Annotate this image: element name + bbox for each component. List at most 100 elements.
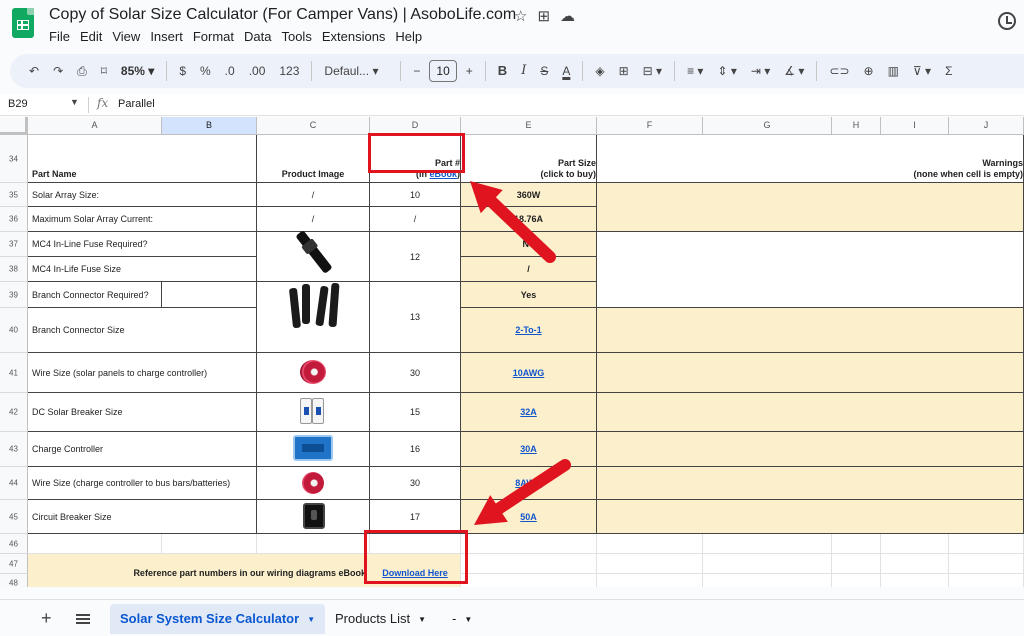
name-box[interactable]: B29 xyxy=(8,98,28,110)
empty-cell[interactable] xyxy=(881,534,949,554)
insert-chart-icon[interactable]: ▥ xyxy=(881,59,906,83)
part-name-cell[interactable]: Solar Array Size: xyxy=(28,183,257,207)
download-here-link[interactable]: Download Here xyxy=(370,554,461,587)
part-number-cell[interactable]: 17 xyxy=(370,500,461,534)
product-image-cell[interactable]: / xyxy=(257,207,370,232)
part-number-cell[interactable]: 16 xyxy=(370,432,461,467)
part-name-cell[interactable]: Circuit Breaker Size xyxy=(28,500,257,534)
font-size-increase-button[interactable]: + xyxy=(459,59,480,83)
version-history-icon[interactable] xyxy=(998,12,1016,30)
part-name-cell[interactable]: MC4 In-Line Fuse Required? xyxy=(28,232,257,257)
part-size-cell[interactable]: 18.76A xyxy=(461,207,597,232)
part-name-cell[interactable]: Wire Size (charge controller to bus bars… xyxy=(28,467,257,500)
star-icon[interactable]: ☆ xyxy=(514,7,527,25)
part-number-cell[interactable]: 30 xyxy=(370,353,461,393)
borders-icon[interactable]: ⊞ xyxy=(612,59,636,83)
row-header[interactable]: 45 xyxy=(0,500,28,534)
menu-extensions[interactable]: Extensions xyxy=(322,28,392,45)
empty-cell[interactable] xyxy=(832,574,881,587)
empty-cell[interactable] xyxy=(703,534,832,554)
document-title[interactable]: Copy of Solar Size Calculator (For Campe… xyxy=(49,6,516,24)
google-sheets-logo-icon[interactable] xyxy=(12,8,34,38)
part-size-cell[interactable]: No xyxy=(461,232,597,257)
chevron-down-icon[interactable]: ▼ xyxy=(70,97,79,107)
column-header-a[interactable]: A xyxy=(28,117,162,135)
tab-dash[interactable]: - ▼ xyxy=(442,604,482,634)
column-header-j[interactable]: J xyxy=(949,117,1024,135)
print-icon[interactable]: ⎙ xyxy=(70,59,94,83)
part-name-cell[interactable]: DC Solar Breaker Size xyxy=(28,393,257,432)
empty-cell[interactable] xyxy=(597,534,703,554)
add-sheet-icon[interactable]: + xyxy=(41,608,52,629)
empty-cell[interactable] xyxy=(461,534,597,554)
part-number-cell[interactable]: 13 xyxy=(370,282,461,353)
row-header[interactable]: 43 xyxy=(0,432,28,467)
header-warnings[interactable]: Warnings (none when cell is empty) xyxy=(597,135,1024,183)
number-format-button[interactable]: 123 xyxy=(272,59,306,83)
part-size-link[interactable]: 2-To-1 xyxy=(461,308,597,353)
part-size-cell[interactable]: Yes xyxy=(461,282,597,308)
cloud-status-icon[interactable]: ☁ xyxy=(560,7,575,25)
column-header-g[interactable]: G xyxy=(703,117,832,135)
column-header-i[interactable]: I xyxy=(881,117,949,135)
empty-cell[interactable] xyxy=(881,574,949,587)
fill-color-icon[interactable]: ◈ xyxy=(588,59,611,83)
menu-help[interactable]: Help xyxy=(395,28,428,45)
increase-decimal-button[interactable]: .00 xyxy=(242,59,273,83)
functions-icon[interactable]: Σ xyxy=(938,59,959,83)
text-rotation-icon[interactable]: ∡ ▾ xyxy=(777,59,811,83)
header-part-name[interactable]: Part Name xyxy=(28,135,257,183)
menu-view[interactable]: View xyxy=(112,28,146,45)
column-header-b[interactable]: B xyxy=(162,117,257,135)
part-name-cell[interactable]: Branch Connector Size xyxy=(28,308,257,353)
part-size-link[interactable]: 50A xyxy=(461,500,597,534)
row-header[interactable]: 40 xyxy=(0,308,28,353)
formula-input[interactable]: Parallel xyxy=(118,98,155,110)
empty-cell[interactable] xyxy=(949,574,1024,587)
zoom-select[interactable]: 85% ▾ xyxy=(114,59,161,83)
menu-edit[interactable]: Edit xyxy=(80,28,108,45)
text-color-button[interactable]: A xyxy=(555,59,577,83)
part-size-cell[interactable]: / xyxy=(461,257,597,282)
all-sheets-icon[interactable] xyxy=(76,614,90,624)
empty-cell[interactable] xyxy=(461,554,597,574)
row-header[interactable]: 42 xyxy=(0,393,28,432)
row-header[interactable]: 48 xyxy=(0,574,28,587)
empty-cell[interactable] xyxy=(832,534,881,554)
warnings-cell[interactable] xyxy=(597,232,1024,308)
part-number-cell[interactable]: 15 xyxy=(370,393,461,432)
menu-file[interactable]: File xyxy=(49,28,76,45)
row-header[interactable]: 46 xyxy=(0,534,28,554)
header-part-number[interactable]: Part # (in eBook) xyxy=(370,135,461,183)
warnings-cell[interactable] xyxy=(597,393,1024,432)
row-header[interactable]: 37 xyxy=(0,232,28,257)
part-number-cell[interactable]: 12 xyxy=(370,232,461,282)
part-name-cell[interactable]: Wire Size (solar panels to charge contro… xyxy=(28,353,257,393)
move-folder-icon[interactable]: ⊞ xyxy=(537,7,550,25)
select-all-corner[interactable] xyxy=(0,117,28,135)
warnings-cell[interactable] xyxy=(597,432,1024,467)
part-number-cell[interactable]: 30 xyxy=(370,467,461,500)
text-wrap-icon[interactable]: ⇥ ▾ xyxy=(744,59,777,83)
part-size-link[interactable]: 30A xyxy=(461,432,597,467)
redo-icon[interactable]: ↷ xyxy=(46,59,70,83)
bold-button[interactable]: B xyxy=(491,59,514,83)
empty-cell[interactable] xyxy=(703,574,832,587)
italic-button[interactable]: I xyxy=(514,59,533,83)
warnings-cell[interactable] xyxy=(597,308,1024,353)
part-size-link[interactable]: 32A xyxy=(461,393,597,432)
empty-cell[interactable] xyxy=(370,534,461,554)
percent-format-button[interactable]: % xyxy=(193,59,218,83)
empty-cell[interactable] xyxy=(832,554,881,574)
strikethrough-button[interactable]: S xyxy=(533,59,555,83)
part-size-link[interactable]: 8AWG xyxy=(461,467,597,500)
warnings-cell[interactable] xyxy=(597,183,1024,232)
row-header[interactable]: 39 xyxy=(0,282,28,308)
empty-cell[interactable] xyxy=(257,534,370,554)
empty-cell[interactable] xyxy=(949,554,1024,574)
column-header-e[interactable]: E xyxy=(461,117,597,135)
insert-link-icon[interactable]: ⊂⊃ xyxy=(822,59,856,83)
warnings-cell[interactable] xyxy=(597,467,1024,500)
spreadsheet-grid[interactable]: A B C D E F G H I J 34 35 36 37 38 39 40 41 42 43 44 45 46 47 48… xyxy=(0,117,1024,587)
menu-format[interactable]: Format xyxy=(193,28,240,45)
